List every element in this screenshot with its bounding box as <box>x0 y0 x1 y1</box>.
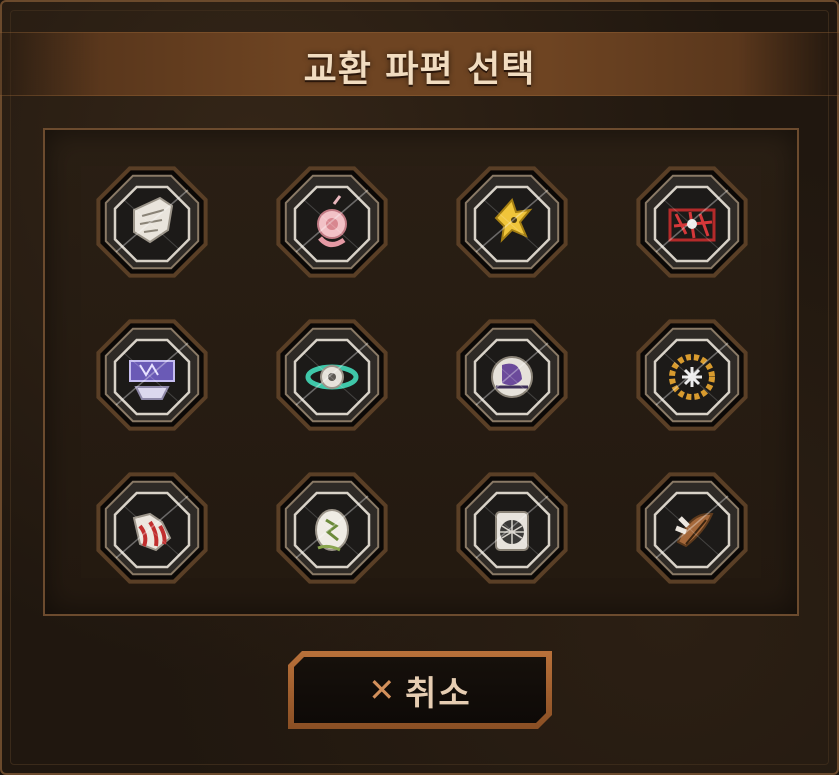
piece-slot-1[interactable] <box>90 160 214 284</box>
red-claw-emblem-icon <box>96 472 208 584</box>
piece-slot-6[interactable] <box>270 313 394 437</box>
piece-slot-11[interactable] <box>450 466 574 590</box>
teal-orbit-emblem-icon <box>276 319 388 431</box>
piece-slot-4[interactable] <box>630 160 754 284</box>
white-net-emblem-icon <box>456 472 568 584</box>
piece-slot-8[interactable] <box>630 313 754 437</box>
piece-slot-7[interactable] <box>450 313 574 437</box>
piece-slot-3[interactable] <box>450 160 574 284</box>
piece-slot-12[interactable] <box>630 466 754 590</box>
purple-chain-emblem-icon <box>96 319 208 431</box>
piece-slot-9[interactable] <box>90 466 214 590</box>
dialog-title: 교환 파편 선택 <box>303 49 536 90</box>
piece-slot-10[interactable] <box>270 466 394 590</box>
pink-flower-emblem-icon <box>276 166 388 278</box>
brown-feather-emblem-icon <box>636 472 748 584</box>
red-thorn-emblem-icon <box>636 166 748 278</box>
piece-slot-5[interactable] <box>90 313 214 437</box>
close-icon: ✕ <box>368 671 396 709</box>
cancel-label: 취소 <box>405 673 472 714</box>
purple-moon-emblem-icon <box>456 319 568 431</box>
white-wing-emblem-icon <box>96 166 208 278</box>
cancel-button[interactable]: ✕ 취소 <box>288 651 552 729</box>
gold-wreath-emblem-icon <box>636 319 748 431</box>
cracked-egg-emblem-icon <box>276 472 388 584</box>
piece-slot-2[interactable] <box>270 160 394 284</box>
yellow-bird-emblem-icon <box>456 166 568 278</box>
